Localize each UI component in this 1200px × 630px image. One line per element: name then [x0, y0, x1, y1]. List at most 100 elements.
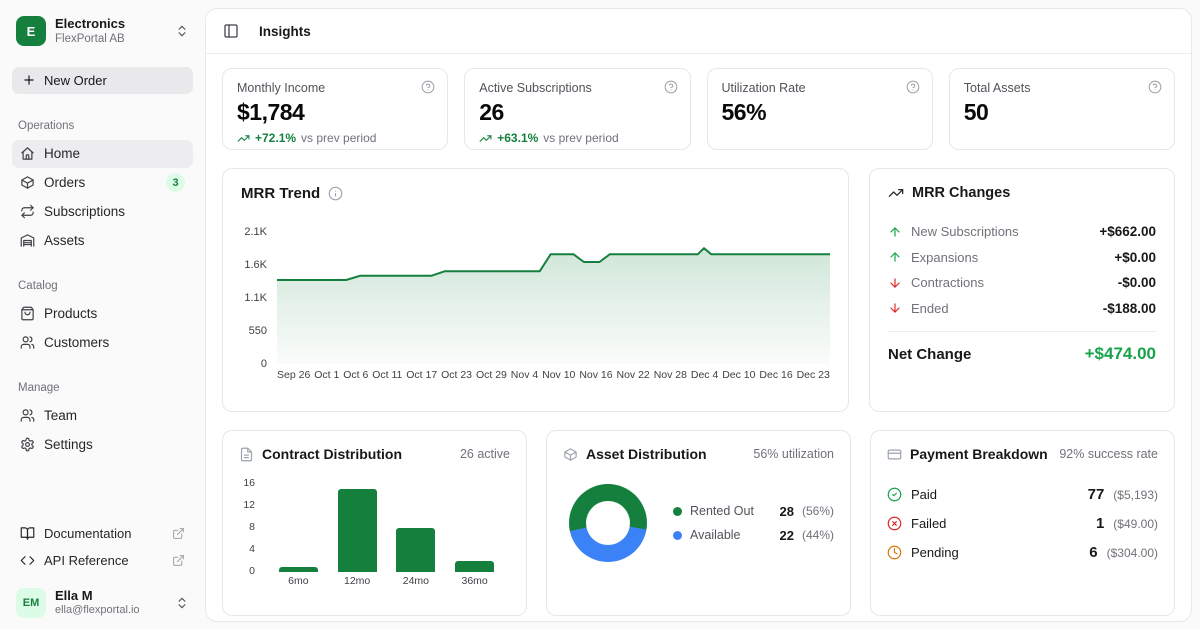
legend-dot-available — [673, 531, 682, 540]
arrow-up-icon — [888, 250, 902, 264]
api-reference-link[interactable]: API Reference — [12, 547, 193, 574]
legend-pct: (56%) — [802, 504, 834, 518]
user-menu[interactable]: EM Ella M ella@flexportal.io — [12, 580, 193, 618]
legend-value: 22 — [780, 528, 794, 543]
contract-distribution-card: Contract Distribution 26 active 0481216 … — [222, 430, 527, 616]
sidebar-item-products[interactable]: Products — [12, 300, 193, 328]
sidebar-item-label: Products — [44, 306, 97, 321]
payment-label: Paid — [911, 487, 937, 502]
user-name: Ella M — [55, 588, 166, 604]
stat-label: Total Assets — [964, 81, 1160, 95]
payment-row-pending: Pending 6 ($304.00) — [887, 538, 1158, 567]
y-tick-label: 12 — [243, 499, 255, 511]
payment-rows: Paid 77 ($5,193) Failed 1 ($49.00) Pendi… — [887, 480, 1158, 567]
warehouse-icon — [20, 233, 35, 248]
area-fill — [277, 248, 830, 364]
home-icon — [20, 146, 35, 161]
payment-row-failed: Failed 1 ($49.00) — [887, 509, 1158, 538]
sidebar-item-home[interactable]: Home — [12, 140, 193, 168]
donut-legend: Rented Out 28 (56%) Available 22 (44%) — [673, 499, 834, 547]
sidebar-item-label: Subscriptions — [44, 204, 125, 219]
sidebar-item-team[interactable]: Team — [12, 402, 193, 430]
change-label: Expansions — [911, 250, 978, 265]
footer-link-label: Documentation — [44, 526, 131, 541]
bar-category-label: 36mo — [455, 575, 494, 587]
new-order-label: New Order — [44, 73, 107, 88]
y-tick-label: 2.1K — [244, 226, 267, 238]
sidebar-item-label: Assets — [44, 233, 85, 248]
workspace-initial: E — [27, 24, 36, 39]
trending-up-icon — [888, 185, 904, 201]
stat-trend-pct: +72.1% — [255, 131, 296, 145]
check-circle-icon — [887, 487, 902, 502]
new-order-button[interactable]: New Order — [12, 67, 193, 94]
x-axis-labels: Sep 26Oct 1Oct 6Oct 11Oct 17Oct 23Oct 29… — [277, 369, 830, 381]
stat-label: Utilization Rate — [722, 81, 918, 95]
card-title: MRR Trend — [241, 185, 320, 202]
stat-card-monthly-income: Monthly Income $1,784 +72.1% vs prev per… — [222, 68, 448, 150]
donut-chart — [569, 484, 647, 562]
legend-value: 28 — [780, 504, 794, 519]
help-circle-icon[interactable] — [906, 80, 920, 94]
orders-count-badge: 3 — [166, 173, 185, 192]
x-tick-label: Nov 16 — [579, 369, 612, 381]
sidebar-item-settings[interactable]: Settings — [12, 431, 193, 459]
sidebar-group-catalog: Catalog — [18, 280, 187, 292]
stat-card-total-assets: Total Assets 50 — [949, 68, 1175, 150]
x-tick-label: Dec 4 — [691, 369, 718, 381]
help-circle-icon[interactable] — [664, 80, 678, 94]
bar-category-label: 6mo — [279, 575, 318, 587]
stat-value: 50 — [964, 99, 1160, 126]
legend-pct: (44%) — [802, 528, 834, 542]
gear-icon — [20, 437, 35, 452]
bar-category-label: 24mo — [396, 575, 435, 587]
page-title: Insights — [259, 24, 311, 39]
trending-up-icon — [237, 132, 250, 145]
credit-card-icon — [887, 447, 902, 462]
stat-trend-suffix: vs prev period — [543, 131, 618, 145]
book-open-icon — [20, 526, 35, 541]
mrr-changes-card: MRR Changes New Subscriptions +$662.00 E… — [869, 168, 1175, 412]
chevrons-up-down-icon — [175, 24, 189, 38]
stat-trend: +72.1% vs prev period — [237, 131, 433, 145]
bar — [455, 561, 494, 572]
mrr-change-row: Ended -$188.00 — [888, 296, 1156, 322]
sidebar-item-orders[interactable]: Orders 3 — [12, 169, 193, 197]
y-tick-label: 8 — [249, 521, 255, 533]
sidebar-item-label: Home — [44, 146, 80, 161]
stat-trend: +63.1% vs prev period — [479, 131, 675, 145]
workspace-switcher[interactable]: E Electronics FlexPortal AB — [12, 14, 193, 49]
mrr-trend-chart: 05501.1K1.6K2.1K — [241, 232, 830, 364]
workspace-logo: E — [16, 16, 46, 46]
plus-icon — [22, 73, 36, 87]
arrow-up-icon — [888, 225, 902, 239]
sidebar-item-subscriptions[interactable]: Subscriptions — [12, 198, 193, 226]
info-icon[interactable] — [328, 186, 343, 201]
sidebar-item-assets[interactable]: Assets — [12, 227, 193, 255]
card-meta: 26 active — [460, 447, 510, 461]
arrow-down-icon — [888, 301, 902, 315]
panel-left-icon[interactable] — [223, 23, 239, 39]
documentation-link[interactable]: Documentation — [12, 520, 193, 547]
net-change-label: Net Change — [888, 346, 971, 363]
y-axis: 0481216 — [239, 478, 263, 572]
sidebar-item-customers[interactable]: Customers — [12, 329, 193, 357]
external-link-icon — [172, 554, 185, 567]
shopping-bag-icon — [20, 306, 35, 321]
stat-label: Active Subscriptions — [479, 81, 675, 95]
card-meta: 92% success rate — [1059, 447, 1158, 461]
asset-chart-body: Rented Out 28 (56%) Available 22 (44%) — [563, 484, 834, 562]
help-circle-icon[interactable] — [421, 80, 435, 94]
payment-count: 1 — [1096, 515, 1104, 532]
bar-plot — [263, 478, 510, 572]
card-meta: 56% utilization — [753, 447, 834, 461]
change-value: +$0.00 — [1114, 250, 1156, 265]
user-email: ella@flexportal.io — [55, 604, 166, 618]
payment-count: 6 — [1089, 544, 1097, 561]
clock-icon — [887, 545, 902, 560]
help-circle-icon[interactable] — [1148, 80, 1162, 94]
y-axis: 05501.1K1.6K2.1K — [241, 232, 277, 364]
mrr-changes-rows: New Subscriptions +$662.00 Expansions +$… — [888, 219, 1156, 321]
mrr-trend-card: MRR Trend 05501.1K1.6K2.1K — [222, 168, 849, 412]
change-value: -$0.00 — [1118, 275, 1156, 290]
